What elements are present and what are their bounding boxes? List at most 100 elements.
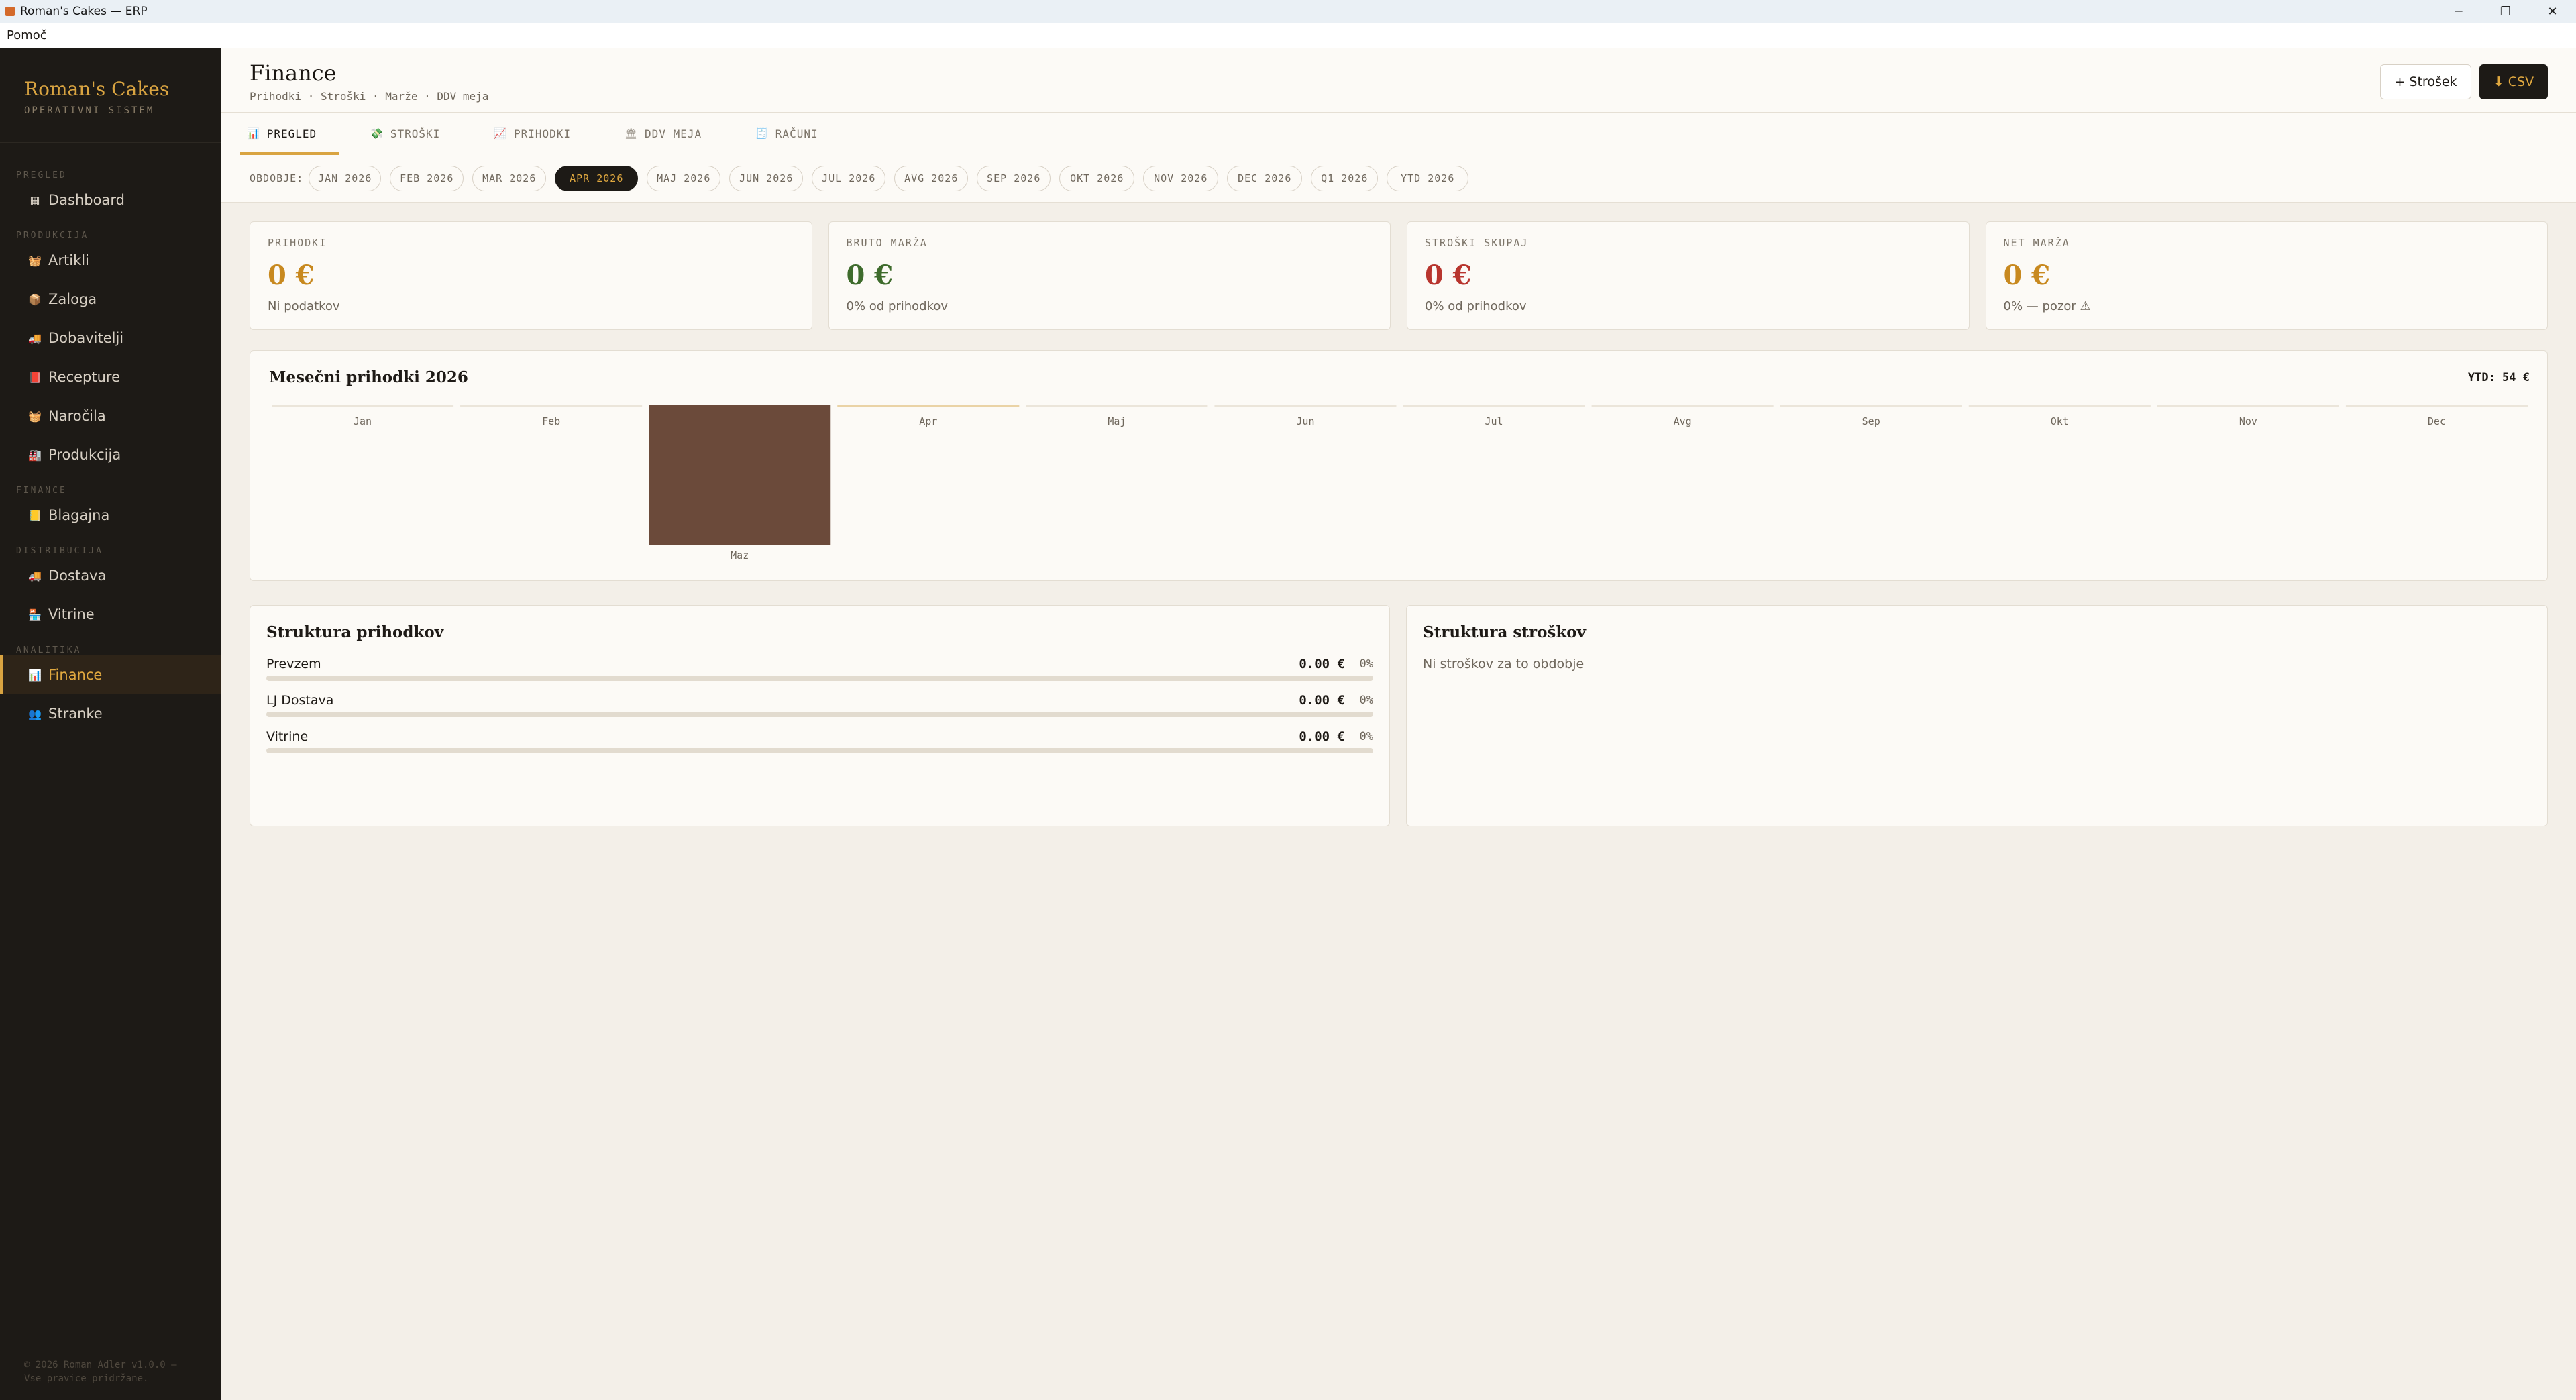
add-cost-button[interactable]: + Strošek [2380, 64, 2471, 99]
chart-baseline [1403, 405, 1585, 407]
row-percent: 0% [1359, 694, 1373, 707]
sidebar-item-dostava[interactable]: 🚚 Dostava [0, 556, 221, 595]
tab-label: PREGLED [266, 127, 317, 140]
brand-name: Roman's Cakes [24, 78, 170, 100]
sidebar-item-label: Finance [48, 667, 103, 683]
sidebar-item-zaloga[interactable]: 📦 Zaloga [0, 280, 221, 319]
row-name: LJ Dostava [266, 693, 334, 708]
page-subtitle: Prihodki · Stroški · Marže · DDV meja [250, 90, 489, 103]
window-titlebar: Roman's Cakes — ERP ─ ❐ ✕ [0, 0, 2576, 23]
chart-baseline [1968, 405, 2151, 407]
sidebar-item-artikli[interactable]: 🧺 Artikli [0, 241, 221, 280]
kpi-sub: Ni podatkov [268, 299, 340, 313]
factory-icon: 🏭 [28, 448, 42, 462]
nav-section-label: PREGLED [16, 170, 67, 180]
period-pill[interactable]: YTD 2026 [1387, 165, 1469, 191]
chart-baseline [1780, 405, 1962, 407]
export-csv-button[interactable]: ⬇ CSV [2479, 64, 2548, 99]
chart-baseline [1591, 405, 1774, 407]
trend-icon: 📈 [494, 127, 507, 140]
nav-section-label: ANALITIKA [16, 645, 82, 655]
sidebar-item-label: Zaloga [48, 291, 97, 307]
tab-pregled[interactable]: 📊 PREGLED [239, 113, 340, 155]
sidebar-item-label: Dashboard [48, 192, 125, 208]
truck-icon: 🚚 [28, 331, 42, 345]
period-pill[interactable]: FEB 2026 [390, 165, 464, 191]
basket-icon: 🧺 [28, 409, 42, 423]
period-pill[interactable]: NOV 2026 [1143, 165, 1219, 191]
chart-baseline [837, 405, 1020, 407]
period-pill[interactable]: DEC 2026 [1227, 165, 1303, 191]
window-controls: ─ ❐ ✕ [2435, 0, 2576, 23]
sidebar-item-label: Dostava [48, 568, 107, 584]
revenue-structure-row: LJ Dostava 0.00 € 0% [266, 693, 1373, 729]
restore-icon[interactable]: ❐ [2482, 0, 2529, 23]
kpi-value: 0 € [268, 260, 315, 291]
tab-prihodki[interactable]: 📈 PRIHODKI [494, 113, 594, 154]
delivery-truck-icon: 🚚 [28, 569, 42, 582]
tab-label: DDV MEJA [645, 127, 702, 140]
chart-tick-label: Maj [1108, 415, 1126, 427]
period-pill[interactable]: AVG 2026 [894, 165, 969, 191]
sidebar: Roman's Cakes OPERATIVNI SISTEM PREGLED ▦… [0, 48, 221, 1400]
sidebar-nav: PREGLED ▦ Dashboard PRODUKCIJA 🧺 Artikli 📦 Zalo… [0, 143, 221, 733]
page-title: Finance [250, 60, 337, 86]
revenue-structure-row: Prevzem 0.00 € 0% [266, 657, 1373, 693]
period-pill[interactable]: JAN 2026 [309, 165, 382, 191]
sidebar-item-dobavitelji[interactable]: 🚚 Dobavitelji [0, 319, 221, 358]
chart-baseline [460, 405, 643, 407]
tab-ddv-meja[interactable]: 🏛 DDV MEJA [625, 113, 724, 154]
sidebar-item-vitrine[interactable]: 🏪 Vitrine [0, 595, 221, 634]
period-pill[interactable]: APR 2026 [555, 165, 639, 191]
sidebar-item-blagajna[interactable]: 📒 Blagajna [0, 496, 221, 535]
cost-structure-title: Struktura stroškov [1423, 623, 1587, 641]
chart-tick-label: Okt [2051, 415, 2069, 427]
row-bar [266, 712, 1373, 717]
shop-icon: 🏪 [28, 608, 42, 621]
app-icon [5, 7, 15, 16]
minimize-icon[interactable]: ─ [2435, 0, 2482, 23]
kpi-sub: 0% — pozor ⚠ [2003, 299, 2091, 313]
sidebar-item-naro-ila[interactable]: 🧺 Naročila [0, 396, 221, 435]
period-pill[interactable]: OKT 2026 [1059, 165, 1135, 191]
kpi-card: STROŠKI SKUPAJ 0 € 0% od prihodkov [1407, 221, 1970, 330]
row-name: Prevzem [266, 657, 321, 671]
chart-tick-label: Nov [2239, 415, 2257, 427]
sidebar-item-finance[interactable]: 📊 Finance [0, 655, 221, 694]
chart-plot: Jan Feb Maz Apr Maj Jun Jul Avg Sep Okt Nov Dec [272, 405, 2528, 561]
page-header: Finance Prihodki · Stroški · Marže · DDV… [221, 48, 2576, 113]
sidebar-item-label: Vitrine [48, 606, 95, 623]
book-icon: 📕 [28, 370, 42, 384]
nav-section-label: DISTRIBUCIJA [16, 546, 103, 556]
period-pill[interactable]: SEP 2026 [977, 165, 1051, 191]
sidebar-footer: © 2026 Roman Adler v1.0.0 — Vse pravice … [24, 1360, 177, 1384]
nav-section-label: FINANCE [16, 486, 67, 496]
kpi-value: 0 € [2003, 260, 2051, 291]
revenue-structure-row: Vitrine 0.00 € 0% [266, 729, 1373, 765]
period-pill[interactable]: MAR 2026 [472, 165, 547, 191]
chart-tick-label: Apr [919, 415, 937, 427]
sidebar-item-recepture[interactable]: 📕 Recepture [0, 358, 221, 396]
tab-stro-ki[interactable]: 💸 STROŠKI [370, 113, 463, 154]
sidebar-item-produkcija[interactable]: 🏭 Produkcija [0, 435, 221, 474]
sidebar-item-stranke[interactable]: 👥 Stranke [0, 694, 221, 733]
tab-ra-uni[interactable]: 🧾 RAČUNI [755, 113, 841, 154]
money-icon: 💸 [370, 127, 384, 140]
period-pill[interactable]: Q1 2026 [1311, 165, 1379, 191]
sidebar-item-label: Artikli [48, 252, 89, 268]
kpi-card: BRUTO MARŽA 0 € 0% od prihodkov [828, 221, 1391, 330]
kpi-label: PRIHODKI [268, 237, 327, 249]
period-pill[interactable]: JUL 2026 [812, 165, 886, 191]
users-icon: 👥 [28, 707, 42, 720]
period-pill[interactable]: JUN 2026 [729, 165, 804, 191]
sidebar-item-dashboard[interactable]: ▦ Dashboard [0, 180, 221, 219]
row-value: 0.00 € [1299, 693, 1345, 708]
close-icon[interactable]: ✕ [2529, 0, 2576, 23]
kpi-label: BRUTO MARŽA [846, 237, 928, 249]
period-pill[interactable]: MAJ 2026 [647, 165, 721, 191]
dashboard-icon: ▦ [30, 193, 40, 207]
sidebar-item-label: Produkcija [48, 447, 121, 463]
ledger-icon: 📒 [28, 508, 42, 522]
kpi-card: PRIHODKI 0 € Ni podatkov [250, 221, 812, 330]
menu-help[interactable]: Pomoč [7, 28, 47, 42]
